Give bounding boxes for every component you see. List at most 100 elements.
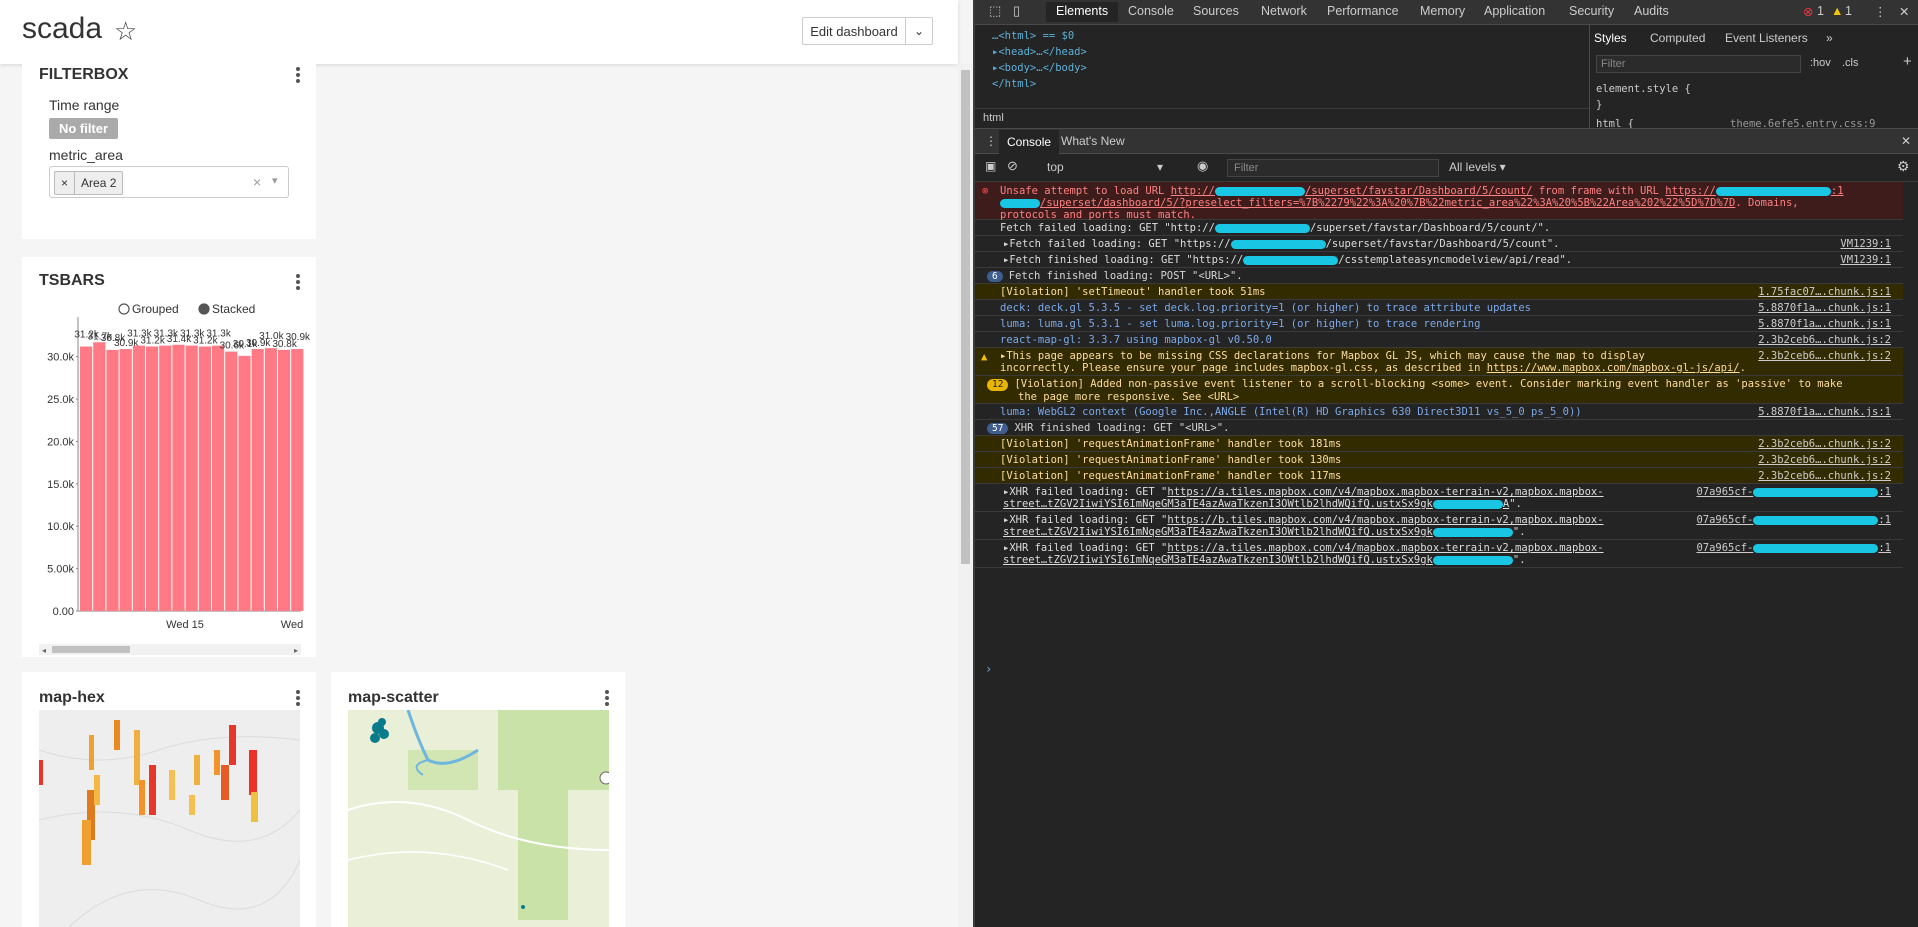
- message-source-link[interactable]: 1.75fac07….chunk.js:1: [1758, 286, 1891, 298]
- tsbars-card: TSBARS Grouped Stacked 0.00 5.00k 10.0k 15.0k…: [22, 257, 316, 657]
- console-message-violation: [Violation] 'requestAnimationFrame' hand…: [975, 468, 1918, 484]
- drawer-close-icon[interactable]: ✕: [1901, 134, 1911, 148]
- error-icon[interactable]: ⊗: [1803, 4, 1813, 19]
- tsbars-chart: Grouped Stacked 0.00 5.00k 10.0k 15.0k 20.0k 25…: [39, 302, 311, 655]
- more-tabs-icon[interactable]: »: [1826, 31, 1833, 45]
- console-message-warning[interactable]: ▲ ▸This page appears to be missing CSS d…: [975, 348, 1918, 376]
- message-text: 6 Fetch finished loading: POST "<URL>".: [987, 270, 1243, 282]
- device-toggle-icon[interactable]: ▯: [1013, 3, 1020, 19]
- tab-sources[interactable]: Sources: [1193, 4, 1239, 18]
- console-message[interactable]: ▸XHR failed loading: GET "https://a.tile…: [975, 484, 1918, 512]
- repeat-count-badge: 6: [987, 271, 1003, 282]
- log-levels-select[interactable]: All levels ▾: [1449, 160, 1506, 174]
- map-hex-view[interactable]: [39, 710, 300, 927]
- chevron-down-icon[interactable]: ⌄: [905, 17, 933, 45]
- message-source-link[interactable]: 2.3b2ceb6….chunk.js:2: [1758, 454, 1891, 466]
- message-source-link[interactable]: 07a965cf-:1: [1696, 486, 1891, 498]
- drawer-menu-icon[interactable]: ⋮: [985, 134, 997, 148]
- message-source-link[interactable]: 07a965cf-:1: [1696, 542, 1891, 554]
- live-expression-icon[interactable]: ◉: [1197, 158, 1208, 174]
- more-options-icon[interactable]: ⋮: [1874, 4, 1887, 19]
- tab-performance[interactable]: Performance: [1327, 4, 1399, 18]
- tab-security[interactable]: Security: [1569, 4, 1614, 18]
- tab-event-listeners[interactable]: Event Listeners: [1725, 31, 1808, 45]
- error-count[interactable]: 1: [1817, 4, 1824, 18]
- devtools-tabbar: ⬚ ▯ Elements Console Sources Network Per…: [975, 0, 1918, 25]
- message-source-link[interactable]: 07a965cf-:1: [1696, 514, 1891, 526]
- edit-dashboard-button[interactable]: Edit dashboard: [802, 17, 906, 45]
- drawer-tab-whats-new[interactable]: What's New: [1061, 134, 1125, 148]
- message-text: ▸Fetch failed loading: GET "https:///sup…: [1003, 238, 1560, 250]
- no-filter-button[interactable]: No filter: [49, 118, 118, 139]
- clear-icon[interactable]: ×: [253, 174, 261, 190]
- console-message-group[interactable]: 57 XHR finished loading: GET "<URL>".: [975, 420, 1918, 436]
- console-message-info: react-map-gl: 3.3.7 using mapbox-gl v0.5…: [975, 332, 1918, 348]
- cls-toggle[interactable]: .cls: [1842, 57, 1859, 69]
- card-title: map-scatter: [348, 689, 439, 706]
- warning-icon[interactable]: ▲: [1831, 4, 1843, 18]
- y-tick-label: 20.0k: [47, 436, 74, 448]
- message-source-link[interactable]: VM1239:1: [1840, 238, 1891, 250]
- console-message[interactable]: ▸XHR failed loading: GET "https://a.tile…: [975, 540, 1918, 568]
- console-scrollbar[interactable]: [1903, 182, 1918, 927]
- tree-node-html[interactable]: …<html> == $0: [992, 30, 1074, 42]
- legend-marker: [118, 303, 130, 315]
- console-message-violation[interactable]: 12 [Violation] Added non-passive event li…: [975, 376, 1918, 404]
- bar: [93, 342, 106, 611]
- message-source-link[interactable]: 2.3b2ceb6….chunk.js:2: [1758, 334, 1891, 346]
- dashboard-pane: scada ☆ Edit dashboard ⌄ FILTERBOX Time …: [0, 0, 973, 927]
- message-source-link[interactable]: 5.8870f1a….chunk.js:1: [1758, 318, 1891, 330]
- scrollbar-thumb[interactable]: [961, 70, 970, 564]
- warning-count[interactable]: 1: [1845, 4, 1852, 18]
- console-message[interactable]: ▸Fetch failed loading: GET "https:///sup…: [975, 236, 1918, 252]
- tree-node-head[interactable]: ▸<head>…</head>: [992, 46, 1087, 58]
- tab-audits[interactable]: Audits: [1634, 4, 1669, 18]
- dashboard-scrollbar[interactable]: [958, 64, 973, 927]
- menu-kebab-icon[interactable]: [605, 690, 609, 708]
- inspect-icon[interactable]: ⬚: [989, 3, 1001, 19]
- console-message[interactable]: ▸Fetch finished loading: GET "https:///c…: [975, 252, 1918, 268]
- message-source-link[interactable]: 2.3b2ceb6….chunk.js:2: [1758, 350, 1891, 362]
- clear-console-icon[interactable]: ⊘: [1007, 158, 1018, 174]
- styles-filter-input[interactable]: Filter: [1596, 55, 1801, 73]
- message-text: [Violation] 'requestAnimationFrame' hand…: [1000, 470, 1342, 482]
- tag-remove-icon[interactable]: ×: [55, 172, 76, 194]
- message-source-link[interactable]: 5.8870f1a….chunk.js:1: [1758, 406, 1891, 418]
- message-source-link[interactable]: 2.3b2ceb6….chunk.js:2: [1758, 438, 1891, 450]
- tab-styles[interactable]: Styles: [1594, 31, 1627, 45]
- drawer-tab-console[interactable]: Console: [999, 130, 1060, 154]
- selected-tag: × Area 2: [54, 171, 124, 195]
- message-source-link[interactable]: VM1239:1: [1840, 254, 1891, 266]
- console-filter-input[interactable]: Filter: [1227, 159, 1439, 177]
- dropdown-arrow-icon[interactable]: ▾: [272, 174, 278, 187]
- settings-gear-icon[interactable]: ⚙: [1897, 158, 1910, 175]
- console-message-group[interactable]: 6 Fetch finished loading: POST "<URL>".: [975, 268, 1918, 284]
- tab-console[interactable]: Console: [1128, 4, 1174, 18]
- tab-computed[interactable]: Computed: [1650, 31, 1705, 45]
- menu-kebab-icon[interactable]: [296, 690, 300, 708]
- message-source-link[interactable]: 5.8870f1a….chunk.js:1: [1758, 302, 1891, 314]
- console-prompt[interactable]: ›: [985, 662, 992, 676]
- bar-value-label: 30.9k: [286, 332, 311, 343]
- map-scatter-view[interactable]: [348, 710, 609, 927]
- tree-node-body[interactable]: ▸<body>…</body>: [992, 62, 1087, 74]
- tab-network[interactable]: Network: [1261, 4, 1307, 18]
- bar: [172, 344, 185, 611]
- bar: [291, 349, 304, 611]
- map-scatter-card: map-scatter: [331, 672, 625, 927]
- breadcrumb-item[interactable]: html: [983, 112, 1004, 124]
- sidebar-toggle-icon[interactable]: ▣: [985, 159, 996, 173]
- close-icon[interactable]: ✕: [1899, 4, 1909, 19]
- new-rule-button[interactable]: +: [1903, 53, 1912, 70]
- metric-area-select[interactable]: × Area 2 × ▾: [49, 166, 289, 198]
- hov-toggle[interactable]: :hov: [1810, 57, 1831, 69]
- tab-application[interactable]: Application: [1484, 4, 1545, 18]
- tab-elements[interactable]: Elements: [1046, 2, 1119, 22]
- message-source-link[interactable]: 2.3b2ceb6….chunk.js:2: [1758, 470, 1891, 482]
- tab-memory[interactable]: Memory: [1420, 4, 1465, 18]
- dashboard-header: scada ☆ Edit dashboard ⌄: [0, 0, 958, 64]
- menu-kebab-icon[interactable]: [296, 67, 300, 85]
- context-select[interactable]: top ▾: [1047, 160, 1177, 174]
- console-message[interactable]: ▸XHR failed loading: GET "https://b.tile…: [975, 512, 1918, 540]
- star-icon[interactable]: ☆: [114, 16, 137, 47]
